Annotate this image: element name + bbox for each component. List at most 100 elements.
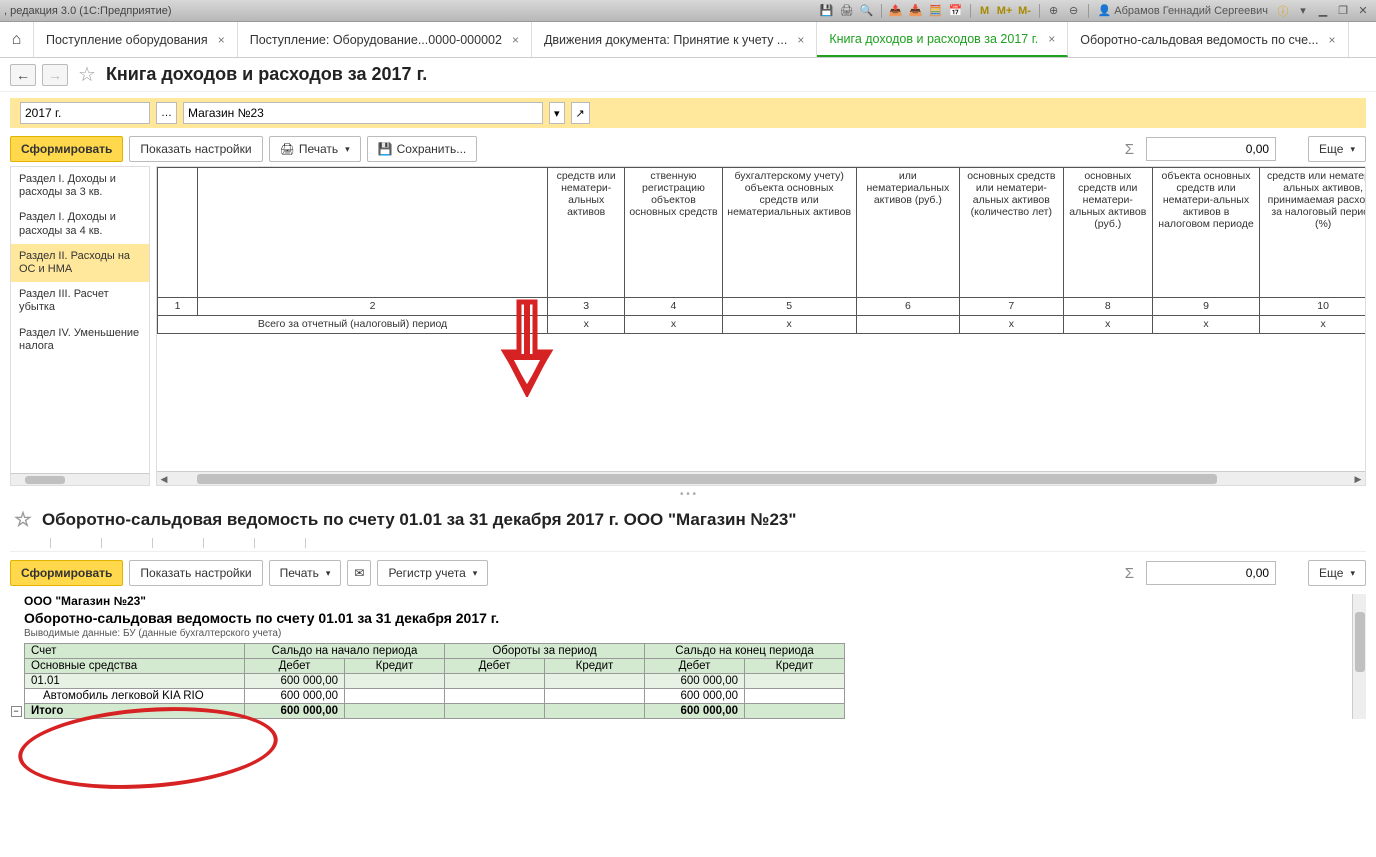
- sections-sidebar: Раздел I. Доходы и расходы за 3 кв. Разд…: [10, 166, 150, 486]
- osv-subtitle: Выводимые данные: БУ (данные бухгалтерск…: [24, 628, 1352, 639]
- grid-hscroll[interactable]: ◀ ▶: [157, 471, 1365, 485]
- calendar-icon[interactable]: 📅: [947, 2, 965, 20]
- org-open-button[interactable]: ↗: [571, 102, 590, 124]
- print-button[interactable]: 🖨Печать▾: [269, 136, 361, 162]
- restore-icon[interactable]: ❐: [1334, 2, 1352, 20]
- mail-button[interactable]: ✉: [347, 560, 371, 586]
- org-dropdown-button[interactable]: ▾: [549, 102, 565, 124]
- pane-divider[interactable]: • • •: [0, 486, 1376, 503]
- sidebar-item-0[interactable]: Раздел I. Доходы и расходы за 3 кв.: [11, 167, 149, 205]
- sidebar-hscroll[interactable]: [11, 473, 149, 485]
- minimize-icon[interactable]: ▁: [1314, 2, 1332, 20]
- osv-header: ООО "Магазин №23" Оборотно-сальдовая вед…: [24, 594, 1352, 639]
- osv-th-turn: Обороты за период: [445, 644, 645, 659]
- grid-header-4: ственную регистрацию объектов основных с…: [625, 168, 722, 298]
- tab-4[interactable]: Оборотно-сальдовая ведомость по сче...×: [1068, 22, 1348, 57]
- osv-th-credit-1: Кредит: [345, 659, 445, 674]
- pane2-title: Оборотно-сальдовая ведомость по счету 01…: [42, 510, 796, 530]
- sum-field-2[interactable]: [1146, 561, 1276, 585]
- filter-bar: … ▾ ↗: [10, 98, 1366, 128]
- grid-row-numbers: 1 2 3 4 5 6 7 8 9 10: [158, 298, 1366, 316]
- preview-icon[interactable]: 🔍: [858, 2, 876, 20]
- osv-th-debit-2: Дебет: [445, 659, 545, 674]
- grid-header-5: бухгалтерскому учету) объекта основных с…: [722, 168, 856, 298]
- app-title-text: , редакция 3.0 (1С:Предприятие): [4, 5, 172, 17]
- osv-th-end: Сальдо на конец периода: [645, 644, 845, 659]
- period-input[interactable]: [20, 102, 150, 124]
- more-button-1[interactable]: Еще▾: [1308, 136, 1366, 162]
- period-picker-button[interactable]: …: [156, 102, 177, 124]
- zoom-in-icon[interactable]: ⊕: [1045, 2, 1063, 20]
- action-bar-1: Сформировать Показать настройки 🖨Печать▾…: [0, 128, 1376, 166]
- close-icon[interactable]: ×: [218, 33, 225, 47]
- m-plus-icon[interactable]: M+: [996, 2, 1014, 20]
- calc-icon[interactable]: 🧮: [927, 2, 945, 20]
- m-minus-icon[interactable]: M-: [1016, 2, 1034, 20]
- dropdown-icon[interactable]: ▾: [1294, 2, 1312, 20]
- scroll-right-icon[interactable]: ▶: [1351, 472, 1365, 486]
- sidebar-item-2[interactable]: Раздел II. Расходы на ОС и НМА: [11, 244, 149, 282]
- osv-table: Счет Сальдо на начало периода Обороты за…: [24, 643, 845, 719]
- link2-icon[interactable]: 📥: [907, 2, 925, 20]
- close-window-icon[interactable]: ✕: [1354, 2, 1372, 20]
- sidebar-item-1[interactable]: Раздел I. Доходы и расходы за 4 кв.: [11, 205, 149, 243]
- close-icon[interactable]: ×: [512, 33, 519, 47]
- grid-row-total: Всего за отчетный (налоговый) период х х…: [158, 316, 1366, 334]
- nav-row: ← → ☆ Книга доходов и расходов за 2017 г…: [0, 58, 1376, 92]
- report-grid: средств или нематери-альных активов стве…: [156, 166, 1366, 486]
- page-title: Книга доходов и расходов за 2017 г.: [106, 64, 427, 85]
- sum-field-1[interactable]: [1146, 137, 1276, 161]
- close-icon[interactable]: ×: [1329, 33, 1336, 47]
- org-input[interactable]: [183, 102, 543, 124]
- grid-header-6: или нематериальных активов (руб.): [856, 168, 959, 298]
- pane2-strip: [10, 538, 1366, 552]
- sigma-icon-2: Σ: [1119, 565, 1140, 582]
- form-button[interactable]: Сформировать: [10, 136, 123, 162]
- back-button[interactable]: ←: [10, 64, 36, 86]
- grid-header-blank1: [158, 168, 198, 298]
- osv-th-account: Счет: [25, 644, 245, 659]
- tab-2[interactable]: Движения документа: Принятие к учету ...…: [532, 22, 817, 57]
- show-settings-button-2[interactable]: Показать настройки: [129, 560, 262, 586]
- app-titlebar: , редакция 3.0 (1С:Предприятие) 💾 🖨 🔍 📤 …: [0, 0, 1376, 22]
- save-icon[interactable]: 💾: [818, 2, 836, 20]
- osv-th-credit-2: Кредит: [545, 659, 645, 674]
- info-icon[interactable]: ⓘ: [1274, 2, 1292, 20]
- osv-org-name: ООО "Магазин №23": [24, 594, 1352, 608]
- osv-th-os: Основные средства: [25, 659, 245, 674]
- print-button-2[interactable]: Печать▾: [269, 560, 342, 586]
- home-button[interactable]: ⌂: [0, 22, 34, 57]
- grid-header-blank2: [198, 168, 548, 298]
- tab-3[interactable]: Книга доходов и расходов за 2017 г.×: [817, 22, 1068, 57]
- form-button-2[interactable]: Сформировать: [10, 560, 123, 586]
- favorite-icon-2[interactable]: ☆: [14, 507, 32, 532]
- grid-header-9: объекта основных средств или нематери-ал…: [1152, 168, 1260, 298]
- printer-icon: 🖨: [280, 142, 295, 156]
- forward-button[interactable]: →: [42, 64, 68, 86]
- show-settings-button[interactable]: Показать настройки: [129, 136, 262, 162]
- tab-0[interactable]: Поступление оборудования×: [34, 22, 238, 57]
- action-bar-2: Сформировать Показать настройки Печать▾ …: [0, 552, 1376, 590]
- osv-vscroll[interactable]: [1352, 594, 1366, 719]
- link1-icon[interactable]: 📤: [887, 2, 905, 20]
- close-icon[interactable]: ×: [1048, 32, 1055, 46]
- diskette-icon: 💾: [378, 142, 393, 156]
- osv-report-name: Оборотно-сальдовая ведомость по счету 01…: [24, 610, 1352, 626]
- save-button[interactable]: 💾Сохранить...: [367, 136, 478, 162]
- osv-row-account[interactable]: 01.01 600 000,00 600 000,00: [25, 674, 845, 689]
- osv-row-asset[interactable]: Автомобиль легковой KIA RIO 600 000,00 6…: [25, 689, 845, 704]
- favorite-icon[interactable]: ☆: [78, 62, 96, 87]
- m-icon[interactable]: M: [976, 2, 994, 20]
- tab-1[interactable]: Поступление: Оборудование...0000-000002×: [238, 22, 532, 57]
- sidebar-item-3[interactable]: Раздел III. Расчет убытка: [11, 282, 149, 320]
- register-button[interactable]: Регистр учета▾: [377, 560, 488, 586]
- osv-th-debit-3: Дебет: [645, 659, 745, 674]
- sidebar-item-4[interactable]: Раздел IV. Уменьшение налога: [11, 321, 149, 359]
- close-icon[interactable]: ×: [797, 33, 804, 47]
- user-label[interactable]: 👤 Абрамов Геннадий Сергеевич: [1094, 4, 1272, 17]
- print-icon[interactable]: 🖨: [838, 2, 856, 20]
- tree-collapse-button[interactable]: −: [11, 706, 22, 717]
- scroll-left-icon[interactable]: ◀: [157, 472, 171, 486]
- zoom-out-icon[interactable]: ⊖: [1065, 2, 1083, 20]
- more-button-2[interactable]: Еще▾: [1308, 560, 1366, 586]
